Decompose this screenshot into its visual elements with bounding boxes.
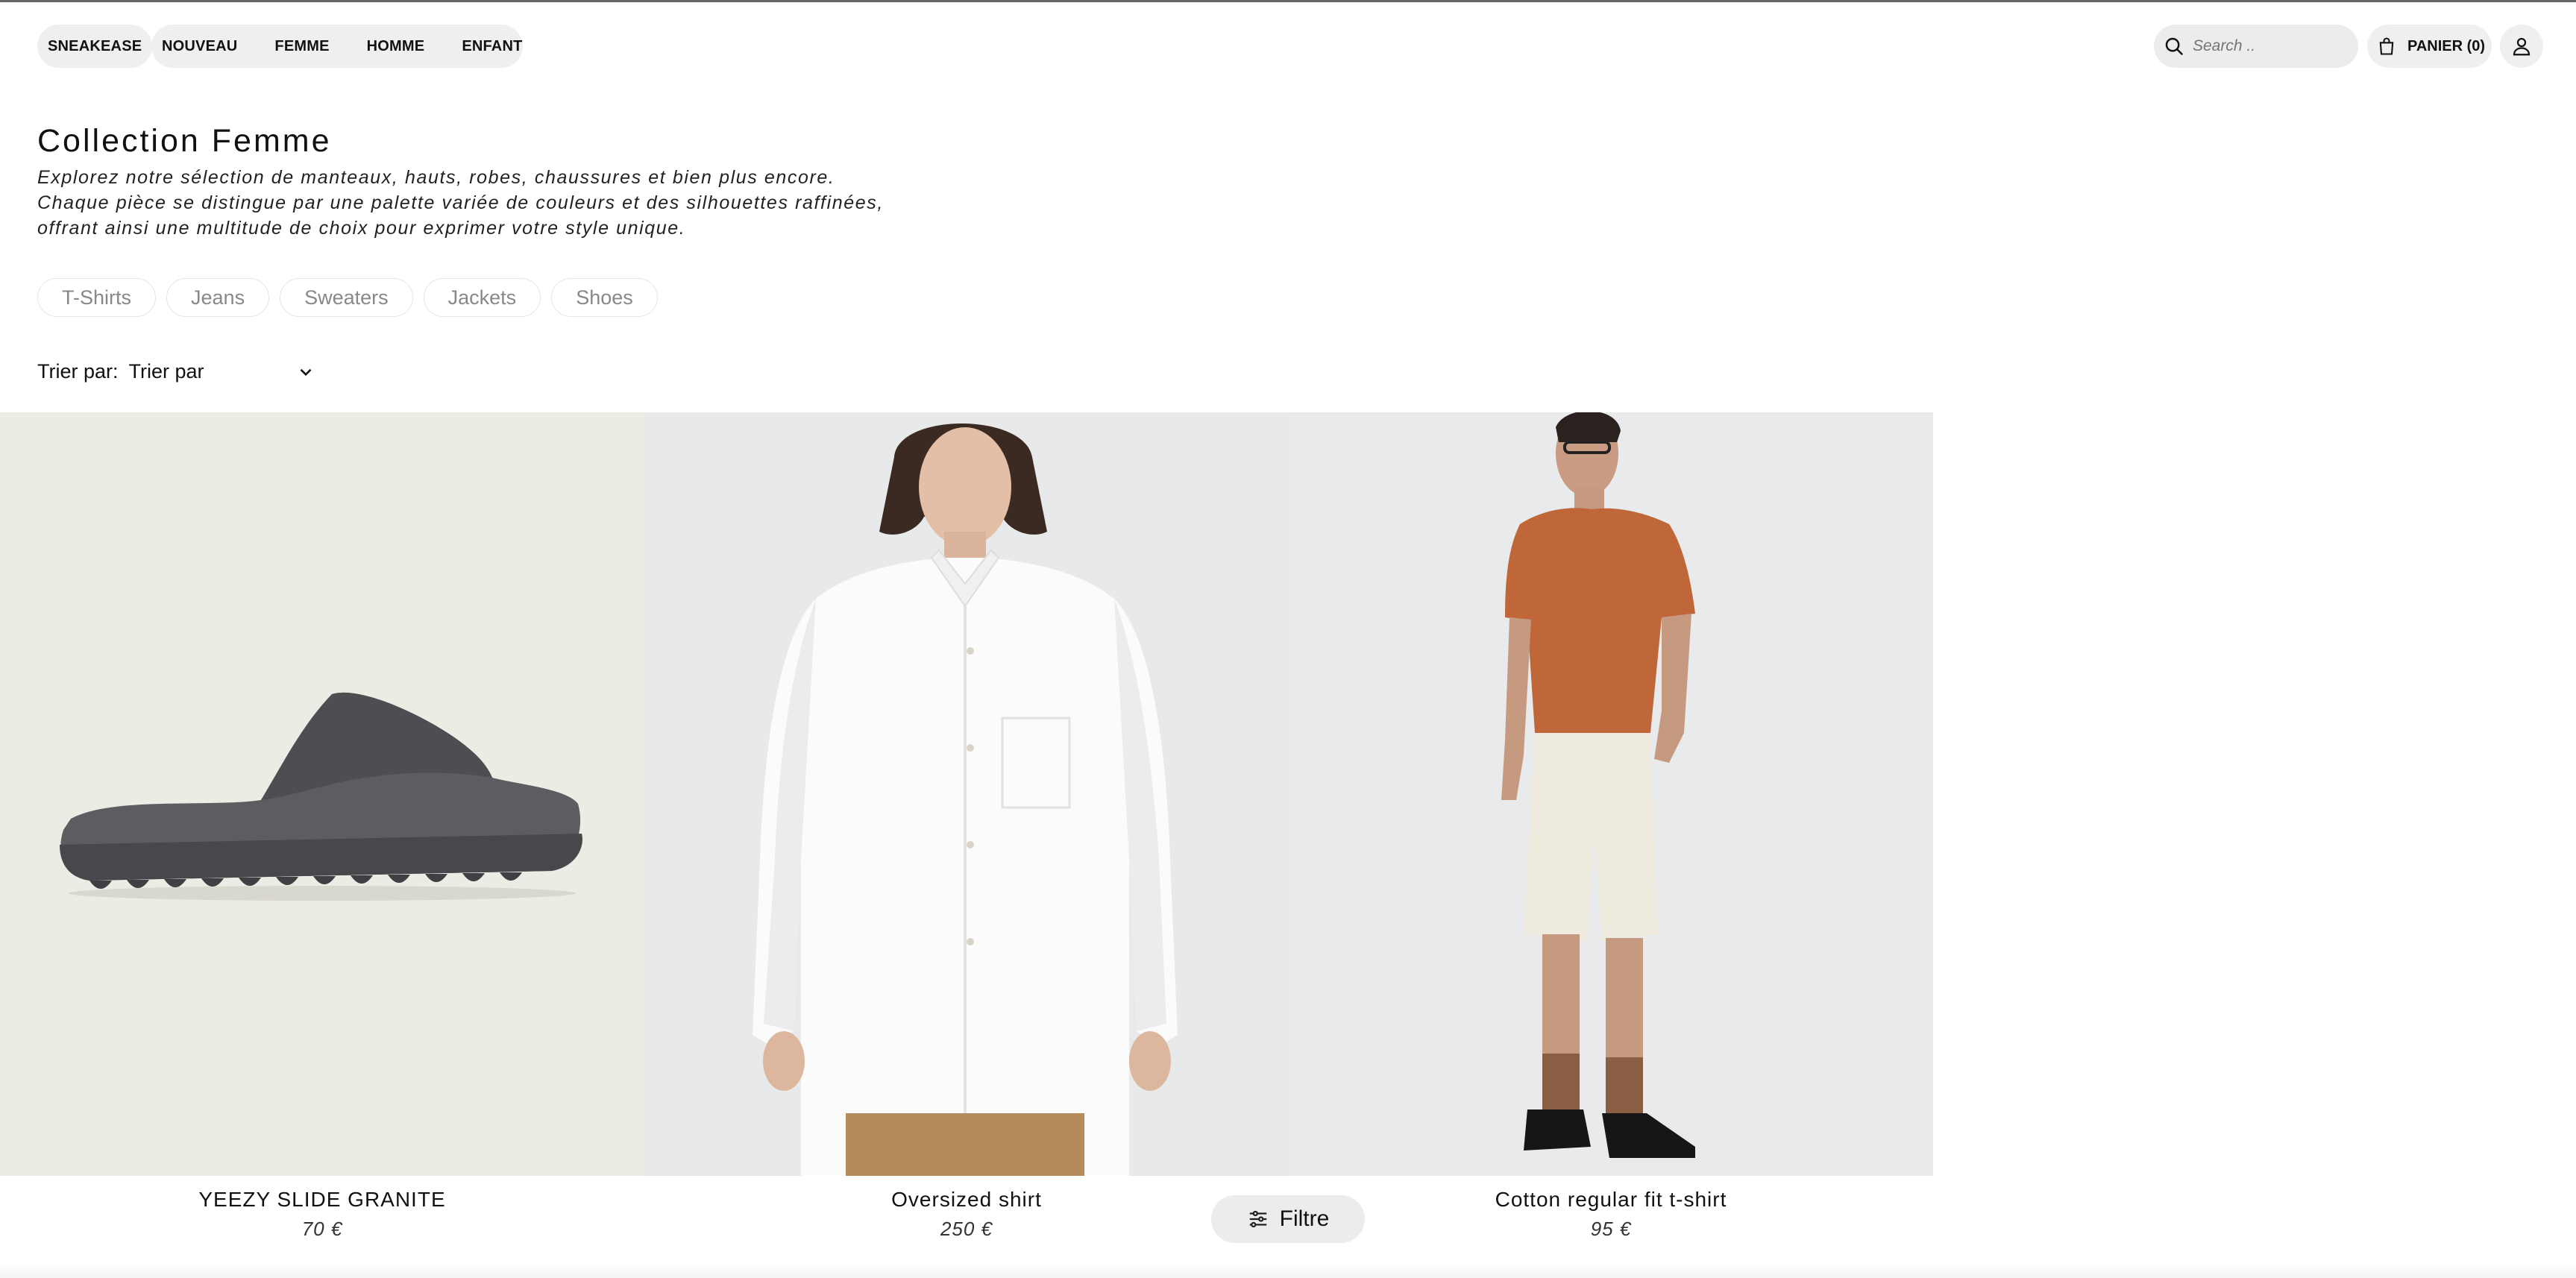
- sort-control: Trier par: Trier par: [37, 360, 315, 383]
- filter-button[interactable]: Filtre: [1211, 1195, 1365, 1243]
- sort-label: Trier par:: [37, 360, 119, 383]
- description-line: Chaque pièce se distingue par une palett…: [37, 192, 884, 213]
- chevron-down-icon: [300, 368, 311, 376]
- sort-select[interactable]: Trier par: [129, 360, 315, 383]
- chip-tshirts[interactable]: T-Shirts: [37, 278, 157, 317]
- product-card[interactable]: YEEZY SLIDE GRANITE 70 €: [0, 412, 644, 1241]
- product-image-tshirt[interactable]: [1289, 412, 1933, 1176]
- account-button[interactable]: [2500, 25, 2543, 68]
- product-price: 250 €: [940, 1218, 993, 1240]
- bottom-shadow: [0, 1262, 2576, 1278]
- description-line: offrant ainsi une multitude de choix pou…: [37, 218, 686, 239]
- product-card[interactable]: Cotton regular fit t-shirt 95 €: [1289, 412, 1933, 1241]
- cart-label: PANIER (0): [2407, 37, 2486, 54]
- chip-sweaters[interactable]: Sweaters: [280, 278, 413, 317]
- search-input[interactable]: [2193, 37, 2342, 55]
- slide-sandal-image: [60, 692, 582, 901]
- product-image-shirt[interactable]: [644, 412, 1289, 1176]
- nav-nouveau[interactable]: NOUVEAU: [162, 38, 237, 55]
- chip-shoes[interactable]: Shoes: [551, 278, 658, 317]
- product-card[interactable]: Oversized shirt 250 €: [644, 412, 1289, 1241]
- description-line: Explorez notre sélection de manteaux, ha…: [37, 167, 835, 188]
- filter-label: Filtre: [1279, 1206, 1330, 1231]
- chip-jackets[interactable]: Jackets: [423, 278, 541, 317]
- nav-enfant[interactable]: ENFANT: [462, 38, 522, 55]
- shopping-bag-icon: [2379, 37, 2394, 55]
- search-icon: [2165, 37, 2184, 56]
- product-name[interactable]: YEEZY SLIDE GRANITE: [0, 1188, 644, 1212]
- nav-homme[interactable]: HOMME: [367, 38, 425, 55]
- main-nav: NOUVEAU FEMME HOMME ENFANT: [151, 25, 523, 68]
- chip-jeans[interactable]: Jeans: [166, 278, 270, 317]
- brand-logo[interactable]: SNEAKEASE: [37, 25, 153, 68]
- oversized-shirt-model-image: [753, 424, 1178, 1176]
- search-bar[interactable]: [2154, 25, 2358, 68]
- category-filter-chips: T-Shirts Jeans Sweaters Jackets Shoes: [37, 278, 668, 317]
- product-price: 95 €: [1590, 1218, 1632, 1240]
- product-image-slide[interactable]: [0, 412, 644, 1176]
- product-price: 70 €: [301, 1218, 343, 1240]
- product-name[interactable]: Cotton regular fit t-shirt: [1289, 1188, 1933, 1212]
- product-name[interactable]: Oversized shirt: [644, 1188, 1289, 1212]
- nav-femme[interactable]: FEMME: [274, 38, 329, 55]
- brand-name: SNEAKEASE: [48, 37, 142, 54]
- sort-selected-value: Trier par: [128, 360, 204, 383]
- sliders-icon: [1249, 1210, 1266, 1228]
- user-icon: [2513, 37, 2531, 56]
- cart-button[interactable]: PANIER (0): [2367, 25, 2492, 68]
- orange-tshirt-model-image: [1501, 412, 1695, 1158]
- collection-description: Explorez notre sélection de manteaux, ha…: [37, 165, 932, 241]
- page-title: Collection Femme: [37, 123, 332, 159]
